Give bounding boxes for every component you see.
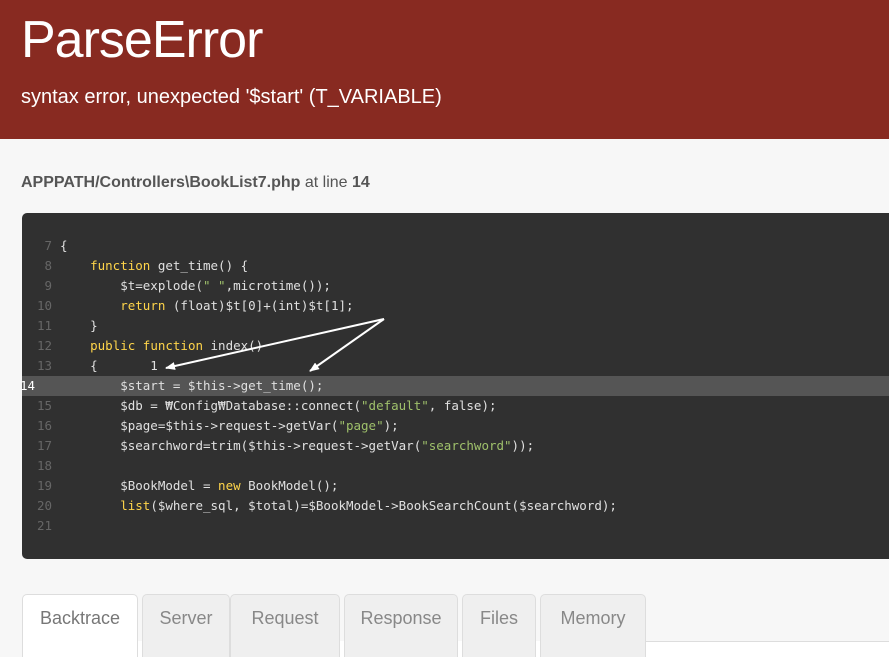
error-location: APPPATH/Controllers\BookList7.php at lin… [21, 174, 370, 192]
code-line: 20 list($where_sql, $total)=$BookModel->… [22, 496, 889, 516]
line-number-gutter: 10 [36, 298, 52, 313]
tab-backtrace[interactable]: Backtrace [22, 594, 138, 657]
line-number-gutter: 20 [36, 498, 52, 513]
error-title: ParseError [21, 11, 263, 69]
line-number-gutter: 9 [44, 278, 52, 293]
line-number: 14 [352, 174, 370, 191]
code-text: $start = $this->get_time(); [60, 376, 323, 396]
code-line: 7{ [22, 236, 889, 256]
line-number-gutter: 7 [44, 238, 52, 253]
code-token: BookModel(); [240, 478, 339, 493]
code-line: 15 $db = ₩Config₩Database::connect("defa… [22, 396, 889, 416]
code-text: public function index() [60, 336, 263, 356]
code-token: get_time() { [150, 258, 249, 273]
code-line: 21 [22, 516, 889, 536]
line-number-gutter: 14 [20, 378, 36, 393]
source-code-panel: 7{8 function get_time() {9 $t=explode(" … [20, 213, 889, 559]
code-token: ); [383, 418, 399, 433]
code-line: 19 $BookModel = new BookModel(); [22, 476, 889, 496]
line-number-gutter: 12 [36, 338, 52, 353]
code-line: 13 { 1 [22, 356, 889, 376]
tab-divider [645, 641, 889, 642]
code-line: 18 [22, 456, 889, 476]
code-string: "default" [361, 398, 429, 413]
tab-files[interactable]: Files [462, 594, 536, 657]
code-text: $t=explode(" ",microtime()); [60, 276, 331, 296]
code-line: 14 $start = $this->get_time(); [20, 376, 889, 396]
code-token: )); [511, 438, 535, 453]
line-number-gutter: 18 [36, 458, 52, 473]
line-number-gutter: 13 [36, 358, 52, 373]
line-number-gutter: 19 [36, 478, 52, 493]
code-line: 10 return (float)$t[0]+(int)$t[1]; [22, 296, 889, 316]
code-text: { 1 [60, 356, 158, 376]
line-number-gutter: 17 [36, 438, 52, 453]
error-header: ParseError syntax error, unexpected '$st… [0, 0, 889, 139]
code-token: { 1 [60, 358, 158, 373]
tab-response[interactable]: Response [344, 594, 458, 657]
code-token: $start = $this->get_time(); [60, 378, 324, 393]
code-keyword: public function [90, 338, 203, 353]
code-line: 11 } [22, 316, 889, 336]
line-number-gutter: 11 [36, 318, 52, 333]
file-path: APPPATH/Controllers\BookList7.php [21, 174, 301, 191]
code-line: 8 function get_time() { [22, 256, 889, 276]
code-string: "searchword" [421, 438, 512, 453]
code-keyword: return [120, 298, 166, 313]
code-line: 12 public function index() [22, 336, 889, 356]
code-string: "page" [338, 418, 384, 433]
code-keyword: function [90, 258, 151, 273]
code-text: list($where_sql, $total)=$BookModel->Boo… [60, 496, 617, 516]
code-line: 16 $page=$this->request->getVar("page"); [22, 416, 889, 436]
code-text: return (float)$t[0]+(int)$t[1]; [60, 296, 354, 316]
line-number-gutter: 8 [44, 258, 52, 273]
code-token: index() [203, 338, 264, 353]
code-keyword: list [120, 498, 151, 513]
code-token: ,microtime()); [225, 278, 331, 293]
code-text: $page=$this->request->getVar("page"); [60, 416, 399, 436]
code-text: $BookModel = new BookModel(); [60, 476, 338, 496]
line-number-gutter: 21 [36, 518, 52, 533]
code-token: } [60, 318, 98, 333]
tab-memory[interactable]: Memory [540, 594, 646, 657]
error-message: syntax error, unexpected '$start' (T_VAR… [21, 86, 442, 108]
code-token: ($where_sql, $total)=$BookModel->BookSea… [150, 498, 617, 513]
code-line: 17 $searchword=trim($this->request->getV… [22, 436, 889, 456]
code-line: 9 $t=explode(" ",microtime()); [22, 276, 889, 296]
code-string: " " [203, 278, 226, 293]
tab-server[interactable]: Server [142, 594, 230, 657]
code-token: $db = ₩Config₩Database::connect( [60, 398, 362, 413]
code-lines: 7{8 function get_time() {9 $t=explode(" … [20, 236, 889, 536]
line-number-gutter: 16 [36, 418, 52, 433]
code-token: (float)$t[0]+(int)$t[1]; [165, 298, 354, 313]
code-token: $t=explode( [60, 278, 203, 293]
tab-request[interactable]: Request [230, 594, 340, 657]
code-token: $BookModel = [60, 478, 219, 493]
code-token: , false); [428, 398, 497, 413]
code-text: { [60, 236, 68, 256]
code-text: function get_time() { [60, 256, 248, 276]
code-text: } [60, 316, 98, 336]
code-token: $page=$this->request->getVar( [60, 418, 339, 433]
code-token: { [60, 238, 68, 253]
code-keyword: new [218, 478, 241, 493]
code-text: $searchword=trim($this->request->getVar(… [60, 436, 534, 456]
code-text: $db = ₩Config₩Database::connect("default… [60, 396, 497, 416]
code-token: $searchword=trim($this->request->getVar( [60, 438, 422, 453]
at-line-text: at line [300, 174, 353, 191]
line-number-gutter: 15 [36, 398, 52, 413]
